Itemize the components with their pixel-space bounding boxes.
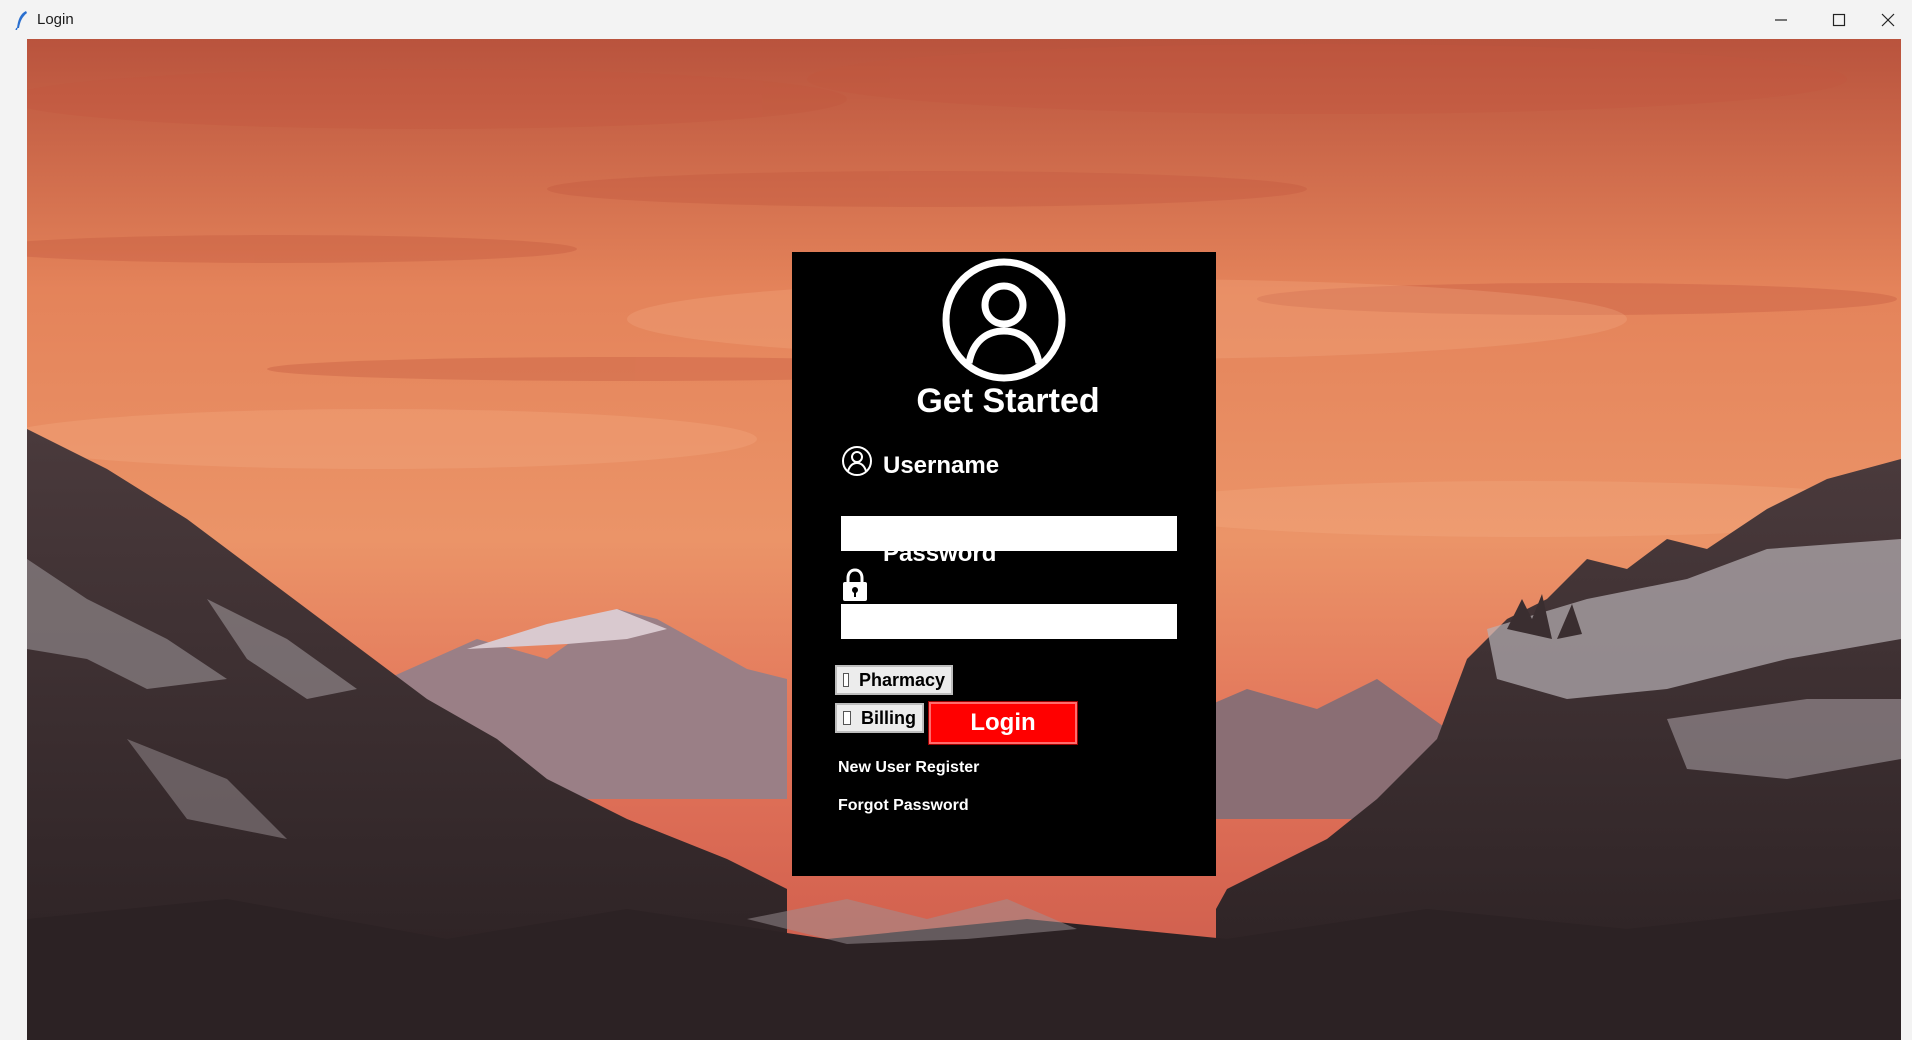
forgot-password-link[interactable]: Forgot Password xyxy=(838,797,969,815)
minimize-button[interactable] xyxy=(1752,0,1810,39)
maximize-icon xyxy=(1832,13,1846,26)
user-icon xyxy=(842,446,872,476)
close-icon xyxy=(1881,13,1895,26)
checkbox-box[interactable] xyxy=(843,673,849,687)
user-avatar-icon xyxy=(942,258,1066,382)
billing-checkbox-label: Billing xyxy=(861,707,916,728)
close-button[interactable] xyxy=(1864,0,1912,39)
page-title: Get Started xyxy=(916,382,1100,420)
password-label: Password xyxy=(883,540,997,567)
lock-icon xyxy=(843,568,867,601)
maximize-button[interactable] xyxy=(1810,0,1868,39)
pharmacy-checkbox[interactable]: Pharmacy xyxy=(835,665,953,695)
pharmacy-checkbox-label: Pharmacy xyxy=(858,669,945,690)
password-input[interactable] xyxy=(841,604,1177,639)
checkbox-box[interactable] xyxy=(843,711,851,725)
window-titlebar: Login xyxy=(0,0,1912,39)
minimize-icon xyxy=(1775,18,1787,21)
billing-checkbox[interactable]: Billing xyxy=(835,703,924,733)
window-title: Login xyxy=(37,11,74,28)
window-content: Get Started Username Password Pharmacy B… xyxy=(27,39,1901,1040)
login-panel: Get Started Username Password Pharmacy B… xyxy=(792,252,1216,876)
feather-icon xyxy=(15,11,27,30)
username-label: Username xyxy=(883,452,1000,479)
new-user-register-link[interactable]: New User Register xyxy=(838,759,979,777)
login-button[interactable]: Login xyxy=(928,701,1078,745)
